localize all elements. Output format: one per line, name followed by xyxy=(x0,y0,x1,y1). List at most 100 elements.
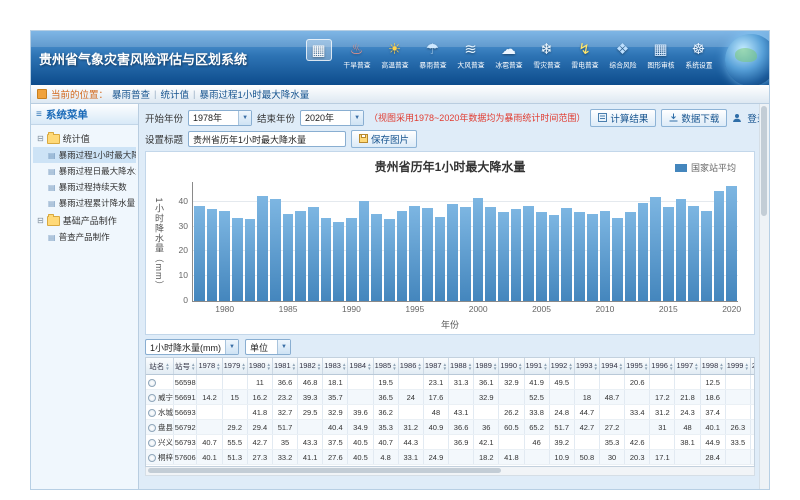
table-row[interactable]: 兴义5679340.755.542.73543.337.540.540.744.… xyxy=(146,435,755,450)
collapse-icon[interactable]: ⊟ xyxy=(37,135,44,143)
row-radio-icon[interactable] xyxy=(148,409,156,417)
chart-bar[interactable] xyxy=(219,211,230,301)
chart-bar[interactable] xyxy=(321,218,332,301)
sort-icon[interactable]: ▲▼ xyxy=(594,363,598,371)
tree-group[interactable]: ⊟统计值 xyxy=(33,129,136,147)
chart-legend[interactable]: 国家站平均 xyxy=(675,161,736,174)
chart-bar[interactable] xyxy=(714,191,725,301)
breadcrumb-item[interactable]: 暴雨普查 xyxy=(112,87,150,101)
module-settings[interactable]: ☸系统设置 xyxy=(680,39,717,71)
module-review[interactable]: ▦图形审核 xyxy=(642,39,679,71)
table-row[interactable]: 桐梓5760640.151.327.333.241.127.640.54.833… xyxy=(146,450,755,465)
module-drought[interactable]: ♨干旱普查 xyxy=(338,39,375,71)
chart-bar[interactable] xyxy=(650,197,661,301)
calculate-button[interactable]: 计算结果 xyxy=(590,109,656,127)
chart-bar[interactable] xyxy=(295,211,306,301)
chart-bar[interactable] xyxy=(625,212,636,301)
tree-item[interactable]: ▤暴雨过程1小时最大降水量 xyxy=(33,147,136,163)
start-year-select[interactable]: 1978年 ▼ xyxy=(188,110,252,126)
sort-icon[interactable]: ▲▼ xyxy=(568,363,572,371)
chart-bar[interactable] xyxy=(688,206,699,301)
tree-item[interactable]: ▤普查产品制作 xyxy=(33,229,136,245)
end-year-select[interactable]: 2020年 ▼ xyxy=(300,110,364,126)
chart-bar[interactable] xyxy=(283,214,294,301)
module-hail[interactable]: ☁冰雹普查 xyxy=(490,39,527,71)
sort-icon[interactable]: ▲▼ xyxy=(292,363,296,371)
col-year-1999[interactable]: 1999▲▼ xyxy=(725,358,750,375)
chart-bar[interactable] xyxy=(511,209,522,301)
module-chart[interactable]: ▦ xyxy=(300,39,337,71)
download-button[interactable]: 数据下载 xyxy=(661,109,727,127)
tree-group[interactable]: ⊟基础产品制作 xyxy=(33,211,136,229)
module-lightning[interactable]: ↯雷电普查 xyxy=(566,39,603,71)
chart-bar[interactable] xyxy=(726,186,737,301)
col-year-1990[interactable]: 1990▲▼ xyxy=(499,358,524,375)
col-year-1980[interactable]: 1980▲▼ xyxy=(247,358,272,375)
chart-bar[interactable] xyxy=(232,218,243,301)
sort-icon[interactable]: ▲▼ xyxy=(719,363,723,371)
col-year-1988[interactable]: 1988▲▼ xyxy=(449,358,474,375)
sort-icon[interactable]: ▲▼ xyxy=(543,363,547,371)
sort-icon[interactable]: ▲▼ xyxy=(644,363,648,371)
col-year-1986[interactable]: 1986▲▼ xyxy=(398,358,423,375)
module-wind[interactable]: ≋大风普查 xyxy=(452,39,489,71)
col-year-1989[interactable]: 1989▲▼ xyxy=(474,358,499,375)
chart-bar[interactable] xyxy=(207,209,218,301)
chart-bar[interactable] xyxy=(485,207,496,301)
row-radio-icon[interactable] xyxy=(148,424,156,432)
row-radio-icon[interactable] xyxy=(148,439,156,447)
sort-icon[interactable]: ▲▼ xyxy=(165,363,169,371)
module-snow[interactable]: ❄雪灾普查 xyxy=(528,39,565,71)
chart-bar[interactable] xyxy=(638,203,649,301)
chart-bar[interactable] xyxy=(612,218,623,301)
chart-bar[interactable] xyxy=(422,208,433,301)
chart-bar[interactable] xyxy=(447,204,458,301)
horizontal-scrollbar-thumb[interactable] xyxy=(148,468,501,473)
row-radio-icon[interactable] xyxy=(148,454,156,462)
sort-icon[interactable]: ▲▼ xyxy=(417,363,421,371)
sort-icon[interactable]: ▲▼ xyxy=(241,363,245,371)
col-year-1996[interactable]: 1996▲▼ xyxy=(650,358,675,375)
col-year-1994[interactable]: 1994▲▼ xyxy=(599,358,624,375)
unit-select[interactable]: 单位 ▼ xyxy=(245,339,291,355)
horizontal-scrollbar[interactable] xyxy=(145,467,755,476)
col-year-1993[interactable]: 1993▲▼ xyxy=(574,358,599,375)
col-year-1979[interactable]: 1979▲▼ xyxy=(222,358,247,375)
row-radio-icon[interactable] xyxy=(148,379,156,387)
col-year-1984[interactable]: 1984▲▼ xyxy=(348,358,373,375)
data-table-viewport[interactable]: 站名▲▼站号▲▼1978▲▼1979▲▼1980▲▼1981▲▼1982▲▼19… xyxy=(145,357,755,467)
metric-select[interactable]: 1小时降水量(mm) ▼ xyxy=(145,339,239,355)
sort-icon[interactable]: ▲▼ xyxy=(669,363,673,371)
sort-icon[interactable]: ▲▼ xyxy=(744,363,748,371)
col-year-1978[interactable]: 1978▲▼ xyxy=(197,358,222,375)
table-row[interactable]: 盘县5679229.229.451.740.434.935.331.240.93… xyxy=(146,420,755,435)
chart-bar[interactable] xyxy=(460,207,471,301)
vertical-scrollbar-thumb[interactable] xyxy=(761,106,767,216)
sort-icon[interactable]: ▲▼ xyxy=(266,363,270,371)
module-risk[interactable]: ❖综合风险 xyxy=(604,39,641,71)
chart-bar[interactable] xyxy=(498,212,509,301)
sort-icon[interactable]: ▲▼ xyxy=(694,363,698,371)
row-radio-icon[interactable] xyxy=(148,394,156,402)
col-year-2000[interactable]: 2000▲▼ xyxy=(750,358,755,375)
chart-bar[interactable] xyxy=(676,199,687,301)
table-row[interactable]: 水城5669341.832.729.532.939.636.24843.126.… xyxy=(146,405,755,420)
sort-icon[interactable]: ▲▼ xyxy=(342,363,346,371)
col-year-1998[interactable]: 1998▲▼ xyxy=(700,358,725,375)
sort-icon[interactable]: ▲▼ xyxy=(392,363,396,371)
col-year-1997[interactable]: 1997▲▼ xyxy=(675,358,700,375)
chart-bar[interactable] xyxy=(257,196,268,301)
chart-bar[interactable] xyxy=(587,214,598,301)
module-rainstorm[interactable]: ☂暴雨普查 xyxy=(414,39,451,71)
chart-bar[interactable] xyxy=(384,219,395,301)
collapse-icon[interactable]: ⊟ xyxy=(37,217,44,225)
sort-icon[interactable]: ▲▼ xyxy=(468,363,472,371)
col-year-1982[interactable]: 1982▲▼ xyxy=(298,358,323,375)
chart-bar[interactable] xyxy=(536,212,547,301)
sort-icon[interactable]: ▲▼ xyxy=(367,363,371,371)
sort-icon[interactable]: ▲▼ xyxy=(191,363,195,371)
save-image-button[interactable]: 保存图片 xyxy=(351,130,417,148)
col-station[interactable]: 站名▲▼ xyxy=(146,358,174,375)
breadcrumb-item[interactable]: 暴雨过程1小时最大降水量 xyxy=(199,87,309,101)
chart-bar[interactable] xyxy=(701,211,712,301)
